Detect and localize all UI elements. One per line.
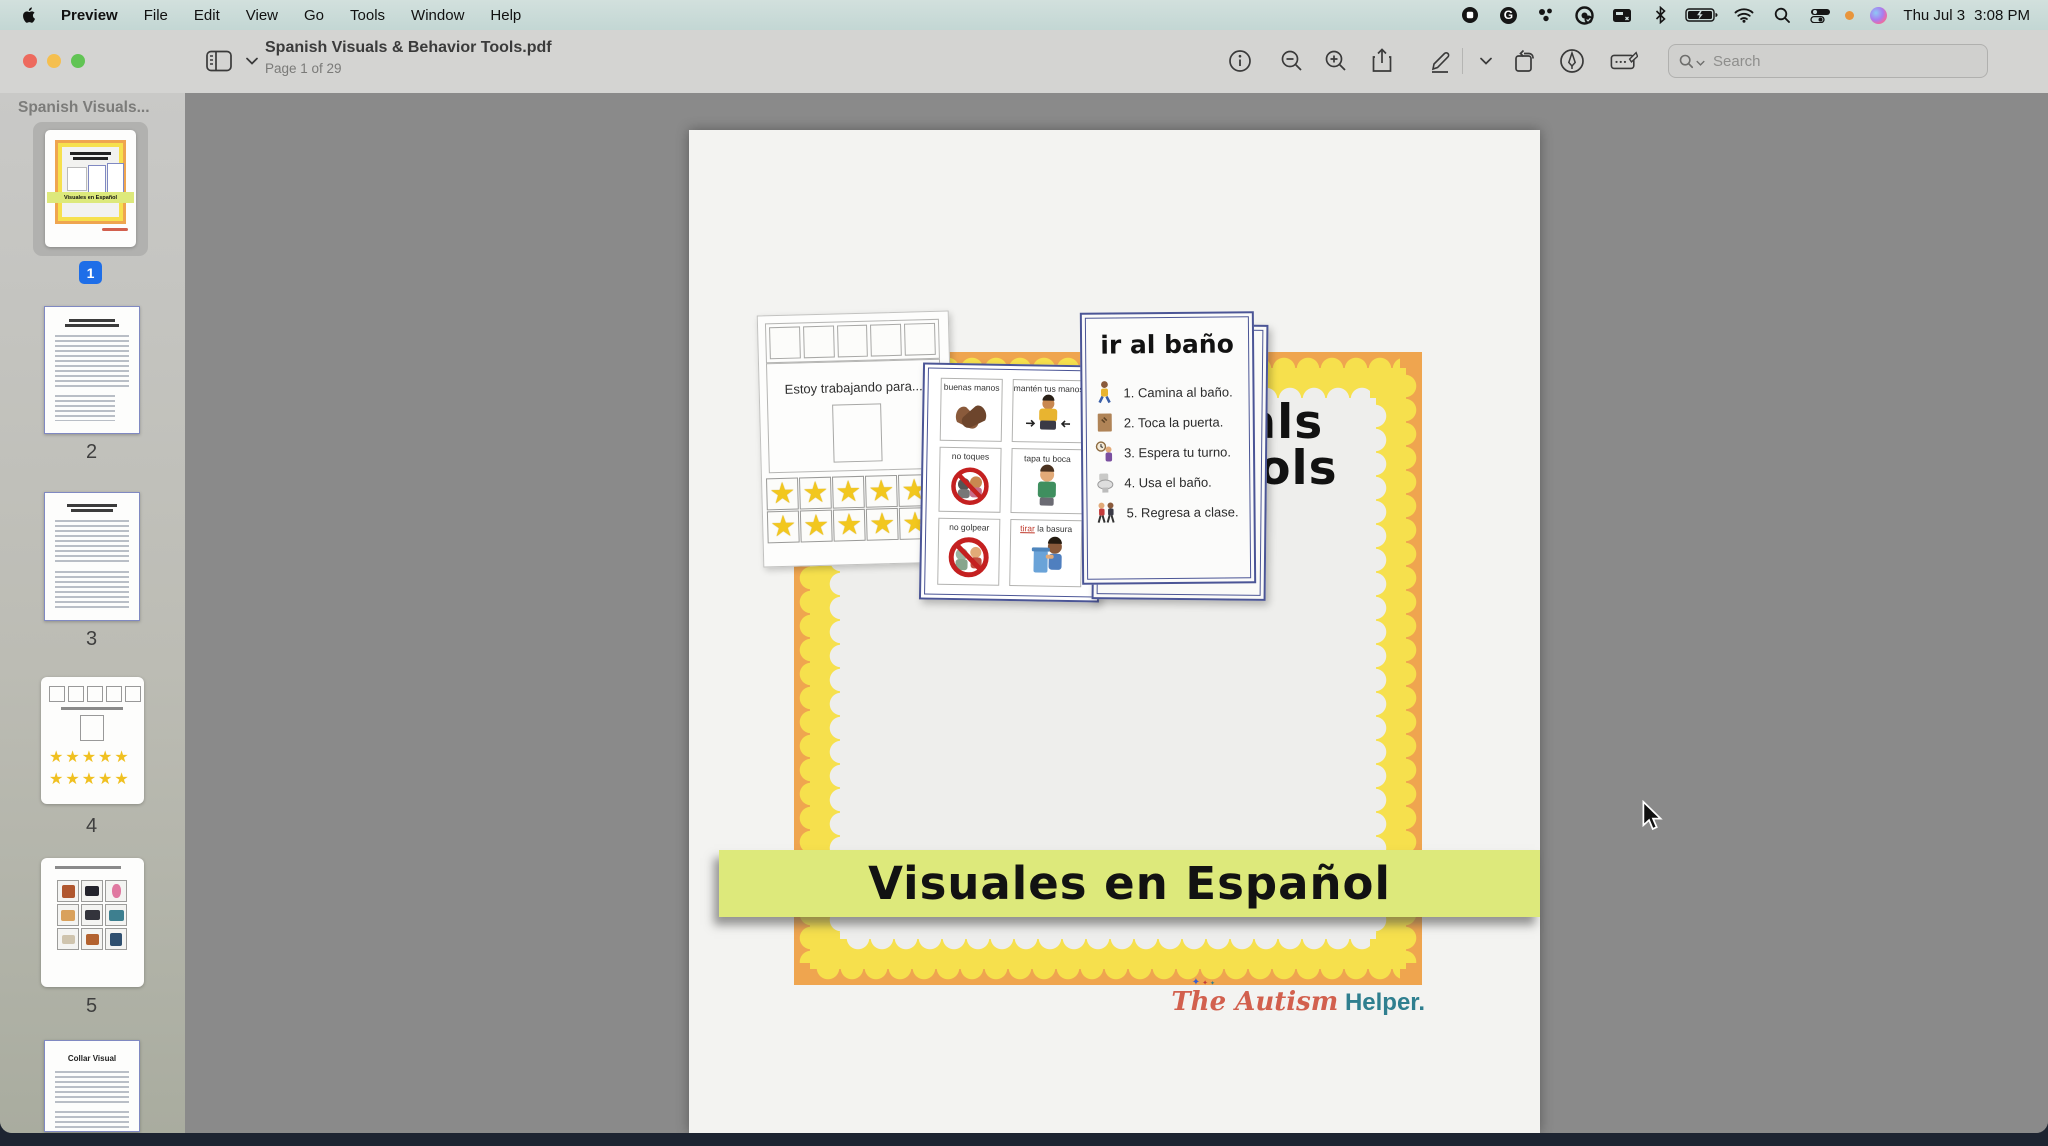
- behavior-cell-manten-tus-manos: mantén tus manos: [1012, 379, 1085, 443]
- logo-stars-icon: ✦✦✦: [1192, 977, 1217, 988]
- behavior-cell-tirar-la-basura: tirar la basura: [1009, 519, 1082, 587]
- shield-check-icon[interactable]: [1565, 4, 1603, 26]
- toolbar-separator: [1462, 48, 1463, 74]
- clasped-hands-icon: [947, 392, 996, 437]
- dots-app-icon[interactable]: [1527, 4, 1565, 26]
- cover-mouth-icon: [1026, 463, 1069, 510]
- star-token-grid: ★★ ★★ ★★ ★★ ★★: [766, 474, 932, 543]
- bluetooth-icon[interactable]: [1641, 4, 1679, 26]
- routine-card: ir al baño 1. Camina al baño. 2. Toca la…: [1080, 311, 1256, 585]
- highlight-chevron-icon[interactable]: [1472, 47, 1500, 75]
- behavior-cards-visual: buenas manos mantén tus manos: [919, 362, 1103, 602]
- grammarly-icon[interactable]: G: [1489, 4, 1527, 26]
- thumbnail-1-page: ★★★★★ Visuales en Español: [45, 130, 136, 247]
- thumbnail-6-heading: Collar Visual: [45, 1054, 139, 1063]
- subtitle-banner: Visuales en Español: [719, 850, 1540, 917]
- hands-at-sides-icon: [1024, 393, 1073, 438]
- menu-bar-clock[interactable]: Thu Jul 3 3:08 PM: [1903, 7, 2030, 24]
- menu-item-file[interactable]: File: [131, 7, 181, 24]
- token-board-caption: Estoy trabajando para...: [767, 378, 939, 397]
- control-center-icon[interactable]: [1801, 4, 1839, 26]
- search-icon: [1679, 54, 1694, 69]
- page-number-4: 4: [0, 815, 183, 838]
- return-to-class-icon: [1095, 500, 1117, 524]
- wait-turn-icon: [1095, 440, 1115, 464]
- apple-menu-icon[interactable]: [22, 7, 38, 23]
- spotlight-icon[interactable]: [1763, 4, 1801, 26]
- document-title: Spanish Visuals & Behavior Tools.pdf: [265, 39, 552, 57]
- behavior-cell-tapa-tu-boca: tapa tu boca: [1011, 448, 1084, 515]
- throw-trash-icon: [1021, 534, 1070, 583]
- rotate-icon[interactable]: [1512, 47, 1540, 75]
- thumbnail-4[interactable]: ★★★★★ ★★★★★: [41, 677, 144, 804]
- thumbnail-5[interactable]: [41, 858, 144, 987]
- door-icon: [1095, 411, 1115, 433]
- siri-icon[interactable]: [1859, 4, 1897, 26]
- mic-indicator-dot: [1839, 4, 1859, 26]
- page-number-3: 3: [0, 628, 183, 651]
- search-input[interactable]: [1711, 52, 1945, 71]
- behavior-cell-no-toques: no toques: [938, 446, 1001, 513]
- annotation-icon[interactable]: [1610, 47, 1638, 75]
- sidebar-title: Spanish Visuals...: [18, 99, 150, 117]
- sidebar: Spanish Visuals... ★★★★★ Visuales en Esp…: [0, 93, 185, 1133]
- screen-record-icon[interactable]: [1451, 4, 1489, 26]
- toilet-icon: [1095, 471, 1115, 493]
- zoom-window-button[interactable]: [71, 54, 85, 68]
- walk-icon: [1094, 380, 1114, 404]
- mini-star-row-1: ★★★★★: [49, 747, 131, 769]
- sidebar-toggle-icon[interactable]: [205, 47, 233, 75]
- close-button[interactable]: [23, 54, 37, 68]
- autism-helper-logo: ✦✦✦ The Autism Helper.: [689, 987, 1425, 1017]
- sidebar-chevron-down-icon[interactable]: [238, 47, 266, 75]
- menu-item-preview[interactable]: Preview: [48, 7, 131, 24]
- zoom-in-icon[interactable]: [1322, 47, 1350, 75]
- behavior-cell-buenas-manos: buenas manos: [940, 378, 1003, 442]
- share-icon[interactable]: [1368, 47, 1396, 75]
- page-indicator: Page 1 of 29: [265, 61, 342, 76]
- highlight-pen-icon[interactable]: [1426, 47, 1454, 75]
- menu-item-tools[interactable]: Tools: [337, 7, 398, 24]
- toolbar: Spanish Visuals & Behavior Tools.pdf Pag…: [0, 30, 2048, 94]
- page-number-5: 5: [0, 995, 183, 1018]
- thumbnail-3[interactable]: [44, 492, 140, 621]
- menu-bar: Preview File Edit View Go Tools Window H…: [0, 0, 2048, 31]
- screen: Preview File Edit View Go Tools Window H…: [0, 0, 2048, 1146]
- subtitle-text: Visuales en Español: [868, 857, 1391, 910]
- menu-item-help[interactable]: Help: [477, 7, 534, 24]
- no-hitting-icon: [944, 532, 993, 581]
- thumbnail-6[interactable]: Collar Visual: [44, 1040, 140, 1132]
- mini-star-row-2: ★★★★★: [49, 769, 131, 791]
- menu-item-edit[interactable]: Edit: [181, 7, 233, 24]
- search-chevron-icon: [1696, 60, 1705, 66]
- zoom-out-icon[interactable]: [1278, 47, 1306, 75]
- mini-banner-text: Visuales en Español: [64, 195, 117, 201]
- page-number-badge: 1: [79, 261, 102, 284]
- no-touching-icon: [946, 461, 995, 508]
- routine-steps: 1. Camina al baño. 2. Toca la puerta. 3.…: [1094, 379, 1245, 524]
- pdf-canvas: Spanish Visuals & Behavior Tools Estoy t…: [185, 93, 2048, 1133]
- input-source-icon[interactable]: [1603, 4, 1641, 26]
- menu-item-view[interactable]: View: [233, 7, 291, 24]
- menu-item-window[interactable]: Window: [398, 7, 477, 24]
- routine-title: ir al baño: [1082, 329, 1252, 359]
- mouse-cursor: [1640, 800, 1664, 832]
- wifi-icon[interactable]: [1725, 4, 1763, 26]
- markup-pen-icon[interactable]: [1558, 47, 1586, 75]
- page-number-2: 2: [0, 441, 183, 464]
- pdf-page-1: Spanish Visuals & Behavior Tools Estoy t…: [689, 130, 1540, 1133]
- thumbnail-2[interactable]: [44, 306, 140, 434]
- battery-icon[interactable]: [1679, 4, 1725, 26]
- thumbnail-1-selected[interactable]: ★★★★★ Visuales en Español: [33, 122, 148, 256]
- preview-window: Spanish Visuals & Behavior Tools.pdf Pag…: [0, 30, 2048, 1133]
- info-icon[interactable]: [1226, 47, 1254, 75]
- menu-item-go[interactable]: Go: [291, 7, 337, 24]
- minimize-button[interactable]: [47, 54, 61, 68]
- search-field[interactable]: [1668, 44, 1988, 78]
- behavior-cell-no-golpear: no golpear: [937, 518, 1000, 586]
